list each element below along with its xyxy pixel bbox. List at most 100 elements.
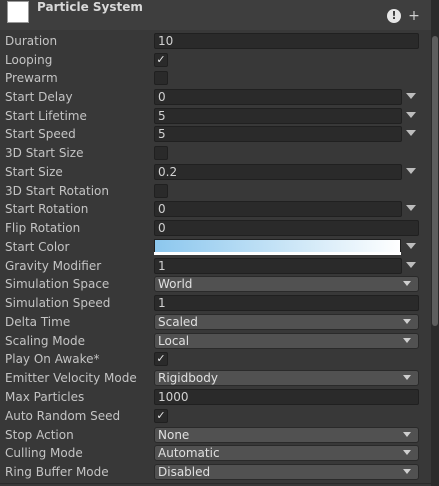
component-title: Particle System [37,0,143,14]
start-color-row: Start Color [0,238,431,256]
ring-buffer-mode-label: Ring Buffer Mode [5,465,109,479]
gravity-modifier-row: Gravity Modifier 1 [0,257,431,275]
looping-row: Looping ✓ [0,51,431,69]
flip-rotation-label: Flip Rotation [5,221,81,235]
max-particles-field[interactable]: 1000 [154,389,419,405]
looping-label: Looping [5,53,53,67]
scaling-mode-row: Scaling Mode Local [0,332,431,350]
start-rotation-row: Start Rotation 0 [0,200,431,218]
simulation-speed-row: Simulation Speed 1 [0,294,431,312]
emitter-velocity-mode-dropdown[interactable]: Rigidbody [154,370,419,386]
vertical-scrollbar[interactable] [431,0,439,486]
ring-buffer-mode-dropdown[interactable]: Disabled [154,464,419,480]
culling-mode-row: Culling Mode Automatic [0,444,431,462]
start-delay-mode-arrow[interactable] [406,93,416,99]
start-rotation-field[interactable]: 0 [154,201,402,217]
culling-mode-value: Automatic [158,446,220,460]
chevron-down-icon [403,432,411,437]
ring-buffer-mode-value: Disabled [158,465,211,479]
auto-random-seed-checkbox[interactable]: ✓ [154,409,168,423]
simulation-speed-label: Simulation Speed [5,296,111,310]
start-size-field[interactable]: 0.2 [154,164,402,180]
duration-label: Duration [5,34,58,48]
start-rotation-3d-row: 3D Start Rotation [0,182,431,200]
play-on-awake-label: Play On Awake* [5,352,100,366]
start-rotation-3d-label: 3D Start Rotation [5,184,110,198]
start-lifetime-label: Start Lifetime [5,109,87,123]
gravity-modifier-field[interactable]: 1 [154,258,402,274]
chevron-down-icon [403,281,411,286]
start-speed-field[interactable]: 5 [154,126,402,142]
start-speed-row: Start Speed 5 [0,125,431,143]
add-icon[interactable]: + [408,9,420,23]
flip-rotation-row: Flip Rotation 0 [0,219,431,237]
component-header: Particle System ! + [0,0,431,30]
max-particles-label: Max Particles [5,390,85,404]
stop-action-dropdown[interactable]: None [154,427,419,443]
stop-action-row: Stop Action None [0,426,431,444]
start-size-3d-checkbox[interactable] [154,146,168,160]
delta-time-dropdown[interactable]: Scaled [154,314,419,330]
component-icon [7,1,29,23]
start-lifetime-row: Start Lifetime 5 [0,107,431,125]
start-speed-label: Start Speed [5,127,76,141]
emitter-velocity-mode-value: Rigidbody [158,371,218,385]
ring-buffer-mode-row: Ring Buffer Mode Disabled [0,463,431,481]
start-size-label: Start Size [5,165,63,179]
start-size-3d-row: 3D Start Size [0,144,431,162]
duration-row: Duration 10 [0,32,431,50]
simulation-speed-field[interactable]: 1 [154,295,419,311]
start-lifetime-field[interactable]: 5 [154,108,402,124]
start-rotation-mode-arrow[interactable] [406,205,416,211]
start-rotation-3d-checkbox[interactable] [154,184,168,198]
start-size-row: Start Size 0.2 [0,163,431,181]
auto-random-seed-label: Auto Random Seed [5,409,121,423]
flip-rotation-field[interactable]: 0 [154,220,419,236]
stop-action-label: Stop Action [5,428,74,442]
scaling-mode-value: Local [158,334,190,348]
emitter-velocity-mode-label: Emitter Velocity Mode [5,371,137,385]
prewarm-checkbox[interactable] [154,71,168,85]
delta-time-label: Delta Time [5,315,71,329]
start-delay-row: Start Delay 0 [0,88,431,106]
chevron-down-icon [403,319,411,324]
start-size-mode-arrow[interactable] [406,168,416,174]
prewarm-label: Prewarm [5,71,58,85]
divider [0,483,431,484]
emitter-velocity-mode-row: Emitter Velocity Mode Rigidbody [0,369,431,387]
scaling-mode-label: Scaling Mode [5,334,85,348]
start-delay-label: Start Delay [5,90,73,104]
simulation-space-value: World [158,277,193,291]
start-delay-field[interactable]: 0 [154,89,402,105]
start-lifetime-mode-arrow[interactable] [406,112,416,118]
start-color-label: Start Color [5,240,70,254]
culling-mode-label: Culling Mode [5,446,83,460]
start-rotation-label: Start Rotation [5,202,89,216]
warning-icon[interactable]: ! [387,9,401,23]
scrollbar-thumb[interactable] [432,36,438,326]
chevron-down-icon [403,375,411,380]
delta-time-value: Scaled [158,315,198,329]
gravity-modifier-mode-arrow[interactable] [406,262,416,268]
scaling-mode-dropdown[interactable]: Local [154,333,419,349]
chevron-down-icon [403,450,411,455]
delta-time-row: Delta Time Scaled [0,313,431,331]
gravity-modifier-label: Gravity Modifier [5,259,102,273]
simulation-space-row: Simulation Space World [0,275,431,293]
max-particles-row: Max Particles 1000 [0,388,431,406]
culling-mode-dropdown[interactable]: Automatic [154,445,419,461]
start-speed-mode-arrow[interactable] [406,130,416,136]
play-on-awake-row: Play On Awake* ✓ [0,350,431,368]
auto-random-seed-row: Auto Random Seed ✓ [0,407,431,425]
stop-action-value: None [158,428,190,442]
start-color-mode-arrow[interactable] [406,243,416,249]
start-color-alpha-bar [154,252,401,255]
play-on-awake-checkbox[interactable]: ✓ [154,352,168,366]
looping-checkbox[interactable]: ✓ [154,53,168,67]
start-color-swatch[interactable] [154,239,401,253]
prewarm-row: Prewarm [0,69,431,87]
duration-field[interactable]: 10 [154,33,419,49]
chevron-down-icon [403,469,411,474]
simulation-space-dropdown[interactable]: World [154,276,419,292]
start-size-3d-label: 3D Start Size [5,146,84,160]
